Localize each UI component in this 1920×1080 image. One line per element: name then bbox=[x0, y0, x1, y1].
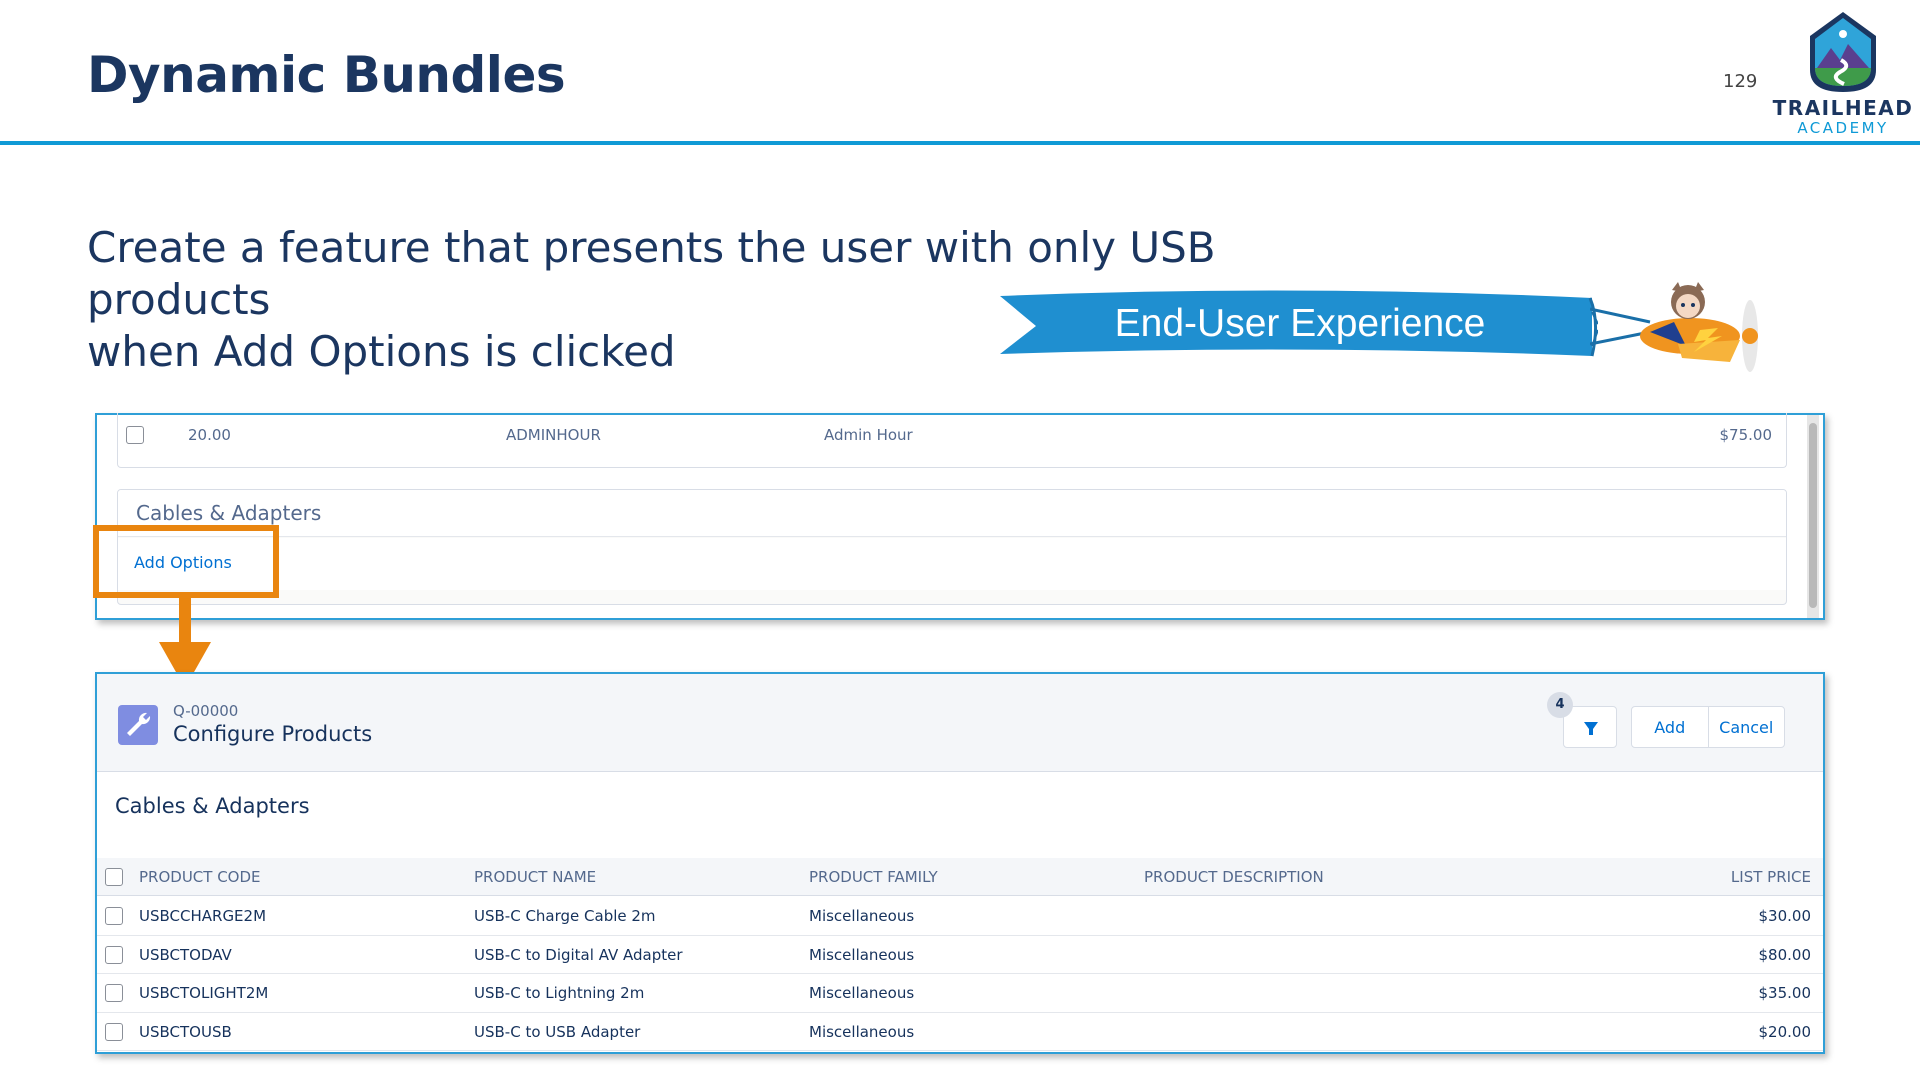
panel-scrollbar[interactable] bbox=[1807, 415, 1819, 618]
configure-title: Configure Products bbox=[173, 722, 373, 746]
cancel-button[interactable]: Cancel bbox=[1707, 707, 1785, 747]
filter-icon bbox=[1584, 722, 1598, 735]
table-row[interactable]: USBCTOUSB USB-C to USB Adapter Miscellan… bbox=[97, 1012, 1823, 1051]
table-row[interactable]: USBCCHARGE2M USB-C Charge Cable 2m Misce… bbox=[97, 897, 1823, 936]
cell-product-family: Miscellaneous bbox=[809, 945, 915, 964]
cell-product-family: Miscellaneous bbox=[809, 907, 915, 925]
page-number: 129 bbox=[1723, 71, 1758, 92]
cell-product-code: USBCTOLIGHT2M bbox=[139, 984, 269, 1002]
add-button[interactable]: Add bbox=[1632, 707, 1708, 747]
cell-list-price: $35.00 bbox=[1758, 984, 1812, 1002]
table-row[interactable]: USBCTOLIGHT2M USB-C to Lightning 2m Misc… bbox=[97, 974, 1823, 1013]
header-divider bbox=[0, 141, 1920, 145]
column-header-product-code[interactable]: PRODUCT CODE bbox=[139, 868, 261, 886]
row-checkbox[interactable] bbox=[105, 1022, 123, 1041]
cell-product-name: USB-C to Lightning 2m bbox=[474, 984, 645, 1002]
row-product-name: Admin Hour bbox=[824, 426, 913, 444]
configure-products-panel: Q-00000 Configure Products 4 Add Cancel … bbox=[95, 672, 1825, 1054]
configure-header: Q-00000 Configure Products 4 Add Cancel bbox=[97, 674, 1823, 772]
column-header-list-price[interactable]: LIST PRICE bbox=[1731, 868, 1811, 886]
select-all-checkbox[interactable] bbox=[105, 868, 123, 886]
table-row[interactable]: USBCTODAV USB-C to Digital AV Adapter Mi… bbox=[97, 935, 1823, 974]
logo-text-trailhead: TRAILHEAD bbox=[1772, 96, 1914, 120]
column-header-product-description[interactable]: PRODUCT DESCRIPTION bbox=[1144, 868, 1324, 886]
row-checkbox[interactable] bbox=[126, 426, 144, 444]
wrench-icon bbox=[118, 705, 158, 745]
banner-label: End-User Experience bbox=[1114, 302, 1486, 345]
filter-count-badge: 4 bbox=[1547, 692, 1573, 718]
feature-group-card: Cables & Adapters Add Options bbox=[117, 489, 1787, 605]
cell-product-name: USB-C to USB Adapter bbox=[474, 1022, 641, 1041]
column-header-product-name[interactable]: PRODUCT NAME bbox=[474, 868, 596, 886]
cell-product-family: Miscellaneous bbox=[809, 984, 915, 1002]
astro-airplane-icon bbox=[1590, 282, 1758, 372]
row-checkbox[interactable] bbox=[105, 984, 123, 1002]
cell-product-code: USBCCHARGE2M bbox=[139, 907, 267, 925]
quote-number: Q-00000 bbox=[173, 702, 239, 720]
filter-button[interactable] bbox=[1563, 706, 1617, 748]
row-checkbox[interactable] bbox=[105, 907, 123, 925]
scrollbar-thumb[interactable] bbox=[1809, 423, 1817, 608]
trailhead-academy-logo: TRAILHEAD ACADEMY bbox=[1768, 8, 1918, 137]
cell-product-name: USB-C Charge Cable 2m bbox=[474, 907, 656, 925]
feature-group-body: Add Options bbox=[118, 538, 1786, 590]
add-options-highlight-box bbox=[93, 525, 279, 598]
cell-list-price: $20.00 bbox=[1758, 1022, 1812, 1041]
slide-title: Dynamic Bundles bbox=[87, 46, 566, 104]
action-button-group: Add Cancel bbox=[1631, 706, 1785, 748]
column-header-product-family[interactable]: PRODUCT FAMILY bbox=[809, 868, 938, 886]
cell-product-code: USBCTODAV bbox=[139, 945, 232, 964]
cell-list-price: $80.00 bbox=[1758, 945, 1812, 964]
cell-product-code: USBCTOUSB bbox=[139, 1022, 232, 1041]
table-header-row: PRODUCT CODE PRODUCT NAME PRODUCT FAMILY… bbox=[97, 858, 1823, 896]
row-quantity: 20.00 bbox=[188, 426, 231, 444]
cell-list-price: $30.00 bbox=[1758, 907, 1812, 925]
cell-product-name: USB-C to Digital AV Adapter bbox=[474, 945, 683, 964]
logo-text-academy: ACADEMY bbox=[1797, 119, 1889, 137]
option-section-title: Cables & Adapters bbox=[115, 794, 310, 818]
row-product-code: ADMINHOUR bbox=[506, 426, 601, 444]
feature-group-header: Cables & Adapters bbox=[118, 490, 1786, 537]
cell-product-family: Miscellaneous bbox=[809, 1022, 915, 1041]
row-checkbox[interactable] bbox=[105, 945, 123, 964]
trailhead-badge-icon bbox=[1810, 12, 1876, 92]
row-price: $75.00 bbox=[1719, 426, 1773, 444]
bundle-options-panel: 20.00 ADMINHOUR Admin Hour $75.00 Cables… bbox=[95, 413, 1825, 620]
feature-group-title: Cables & Adapters bbox=[136, 501, 322, 525]
product-row-card: 20.00 ADMINHOUR Admin Hour $75.00 bbox=[117, 413, 1787, 468]
